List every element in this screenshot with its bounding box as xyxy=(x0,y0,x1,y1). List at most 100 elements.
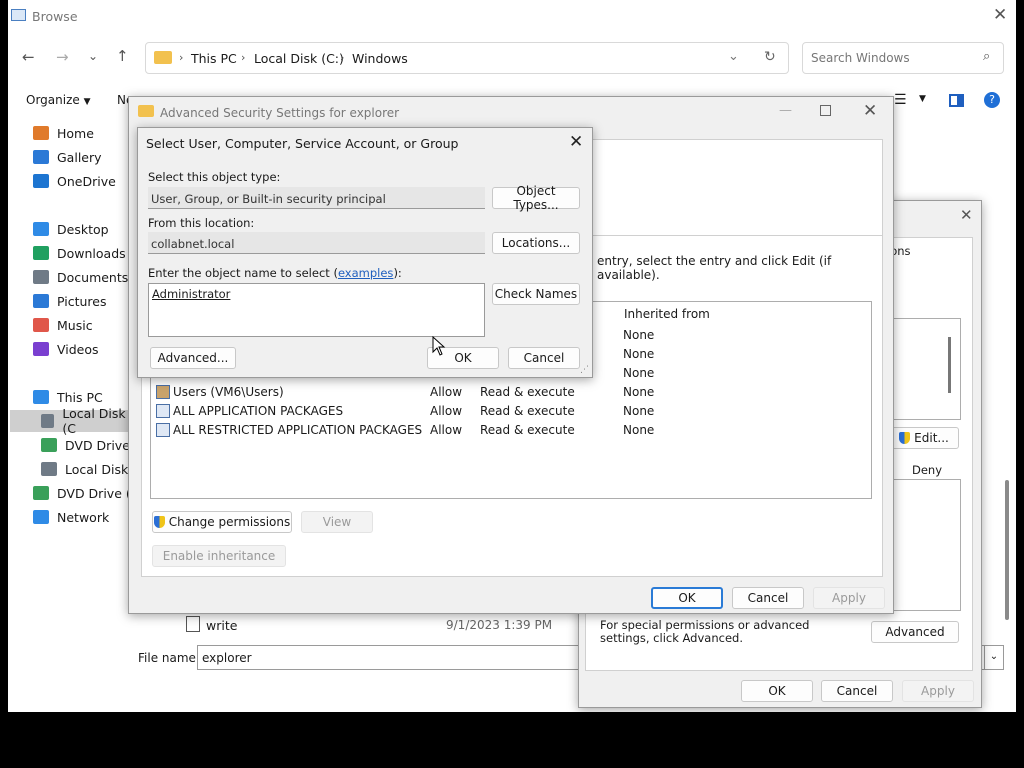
advanced-security-close-icon[interactable]: ✕ xyxy=(863,101,877,121)
users-group-icon xyxy=(156,385,170,399)
advanced-cancel-button[interactable]: Cancel xyxy=(732,587,804,609)
advanced-security-title-bar: Advanced Security Settings for explorer … xyxy=(129,97,893,127)
organize-button[interactable]: Organize ▼ xyxy=(26,93,91,107)
advanced-apply-button[interactable]: Apply xyxy=(813,587,885,609)
up-icon[interactable]: ↑ xyxy=(116,47,129,65)
desktop-icon xyxy=(33,222,49,236)
search-icon[interactable]: ⌕ xyxy=(983,49,990,64)
entry-inherited: None xyxy=(623,328,655,342)
back-icon[interactable]: ← xyxy=(22,48,35,66)
permissions-instruction: entry, select the entry and click Edit (… xyxy=(597,254,832,282)
breadcrumb-windows[interactable]: Windows xyxy=(352,51,408,66)
sidebar-item-label: Local Disk (C xyxy=(62,406,126,436)
drive-icon xyxy=(41,462,57,476)
breadcrumb-separator-icon: › xyxy=(179,51,184,64)
entry-principal: ALL RESTRICTED APPLICATION PACKAGES xyxy=(173,423,423,437)
videos-icon xyxy=(33,342,49,356)
search-input[interactable]: Search Windows xyxy=(811,51,910,65)
breadcrumb-this-pc[interactable]: This PC xyxy=(191,51,237,66)
sidebar-item-home[interactable]: Home xyxy=(33,122,94,144)
file-type-dropdown[interactable]: ⌄ xyxy=(984,645,1004,670)
object-types-button[interactable]: Object Types... xyxy=(492,184,580,212)
permissions-close-icon[interactable]: ✕ xyxy=(960,206,973,224)
recent-chevron-icon[interactable]: ⌄ xyxy=(88,49,98,63)
preview-pane-icon[interactable] xyxy=(949,94,964,107)
sidebar-item-local-disk-c[interactable]: Local Disk (C xyxy=(10,406,130,436)
browse-app-icon xyxy=(11,9,26,21)
scrollbar[interactable] xyxy=(1005,480,1009,620)
select-user-title: Select User, Computer, Service Account, … xyxy=(146,136,459,151)
dvd-icon xyxy=(41,438,57,452)
object-name-label-end: ): xyxy=(393,266,402,280)
breadcrumb-separator-icon: › xyxy=(340,51,345,64)
permission-entry-row[interactable]: ALL APPLICATION PACKAGES Allow Read & exec… xyxy=(151,402,871,421)
gallery-icon xyxy=(33,150,49,164)
sidebar-item-pictures[interactable]: Pictures xyxy=(33,290,107,312)
advanced-ok-button[interactable]: OK xyxy=(651,587,723,609)
change-permissions-button[interactable]: Change permissions xyxy=(152,511,292,533)
entry-access: Read & execute xyxy=(480,404,575,418)
browse-close-icon[interactable]: ✕ xyxy=(993,5,1007,25)
home-icon xyxy=(33,126,49,140)
entry-inherited: None xyxy=(623,366,655,380)
enable-inheritance-button[interactable]: Enable inheritance xyxy=(152,545,286,567)
breadcrumb-local-disk[interactable]: Local Disk (C:) xyxy=(254,51,344,66)
sidebar-item-gallery[interactable]: Gallery xyxy=(33,146,102,168)
sidebar-item-label: Home xyxy=(57,125,94,141)
forward-icon[interactable]: → xyxy=(56,48,69,66)
props-ok-button[interactable]: OK xyxy=(741,680,813,702)
refresh-icon[interactable]: ↻ xyxy=(764,49,776,65)
file-date: 9/1/2023 1:39 PM xyxy=(446,618,553,632)
examples-link[interactable]: examples xyxy=(338,266,394,280)
group-list-scrollbar[interactable] xyxy=(948,337,951,393)
organize-label: Organize xyxy=(26,93,80,107)
this-pc-icon xyxy=(33,390,49,404)
help-icon[interactable]: ? xyxy=(984,92,1000,108)
view-details-icon[interactable]: ☰ xyxy=(894,92,907,108)
sidebar-item-network[interactable]: Network xyxy=(33,506,109,528)
sidebar-item-downloads[interactable]: Downloads xyxy=(33,242,126,264)
entry-inherited: None xyxy=(623,423,655,437)
entry-inherited: None xyxy=(623,385,655,399)
sidebar-item-this-pc[interactable]: This PC xyxy=(33,386,103,408)
check-names-button[interactable]: Check Names xyxy=(492,283,580,305)
edit-button[interactable]: Edit... xyxy=(889,427,959,449)
advanced-button[interactable]: Advanced xyxy=(871,621,959,643)
maximize-icon[interactable] xyxy=(820,105,831,116)
advanced-security-title: Advanced Security Settings for explorer xyxy=(160,106,400,120)
permission-entry-row[interactable]: ALL RESTRICTED APPLICATION PACKAGES Allow… xyxy=(151,421,871,440)
documents-icon xyxy=(33,270,49,284)
advanced-search-button[interactable]: Advanced... xyxy=(150,347,236,369)
shield-icon xyxy=(899,432,911,444)
file-name[interactable]: write xyxy=(206,618,237,633)
address-dropdown-icon[interactable]: ⌄ xyxy=(728,49,739,64)
sidebar-item-videos[interactable]: Videos xyxy=(33,338,99,360)
entry-type: Allow xyxy=(430,423,463,437)
object-name-label: Enter the object name to select (example… xyxy=(148,266,402,280)
locations-button[interactable]: Locations... xyxy=(492,232,580,254)
view-button[interactable]: View xyxy=(301,511,373,533)
sidebar-item-label: OneDrive xyxy=(57,173,116,189)
permission-entry-row[interactable]: Users (VM6\Users) Allow Read & execute None xyxy=(151,383,871,402)
minimize-icon[interactable]: — xyxy=(779,103,792,118)
sidebar-item-desktop[interactable]: Desktop xyxy=(33,218,109,240)
object-name-input[interactable]: Administrator xyxy=(148,283,485,337)
address-bar[interactable]: › This PC › Local Disk (C:) › Windows ⌄ … xyxy=(145,42,789,74)
select-cancel-button[interactable]: Cancel xyxy=(508,347,580,369)
props-cancel-button[interactable]: Cancel xyxy=(821,680,893,702)
entry-principal: Users (VM6\Users) xyxy=(173,385,284,399)
search-box[interactable]: Search Windows ⌕ xyxy=(802,42,1004,74)
entry-access: Read & execute xyxy=(480,385,575,399)
inherited-from-header[interactable]: Inherited from xyxy=(624,307,710,321)
sidebar-item-music[interactable]: Music xyxy=(33,314,93,336)
dvd-icon xyxy=(33,486,49,500)
select-user-close-icon[interactable]: ✕ xyxy=(569,132,583,152)
view-options-chevron-icon[interactable]: ▼ xyxy=(919,94,926,104)
sidebar-item-onedrive[interactable]: OneDrive xyxy=(33,170,116,192)
resize-grip-icon[interactable]: ⋰ xyxy=(580,365,589,375)
sidebar-item-documents[interactable]: Documents xyxy=(33,266,128,288)
file-name-value: explorer xyxy=(202,651,252,665)
props-apply-button[interactable]: Apply xyxy=(902,680,974,702)
select-user-dialog: Select User, Computer, Service Account, … xyxy=(137,127,593,378)
sidebar-item-label: Network xyxy=(57,509,110,525)
